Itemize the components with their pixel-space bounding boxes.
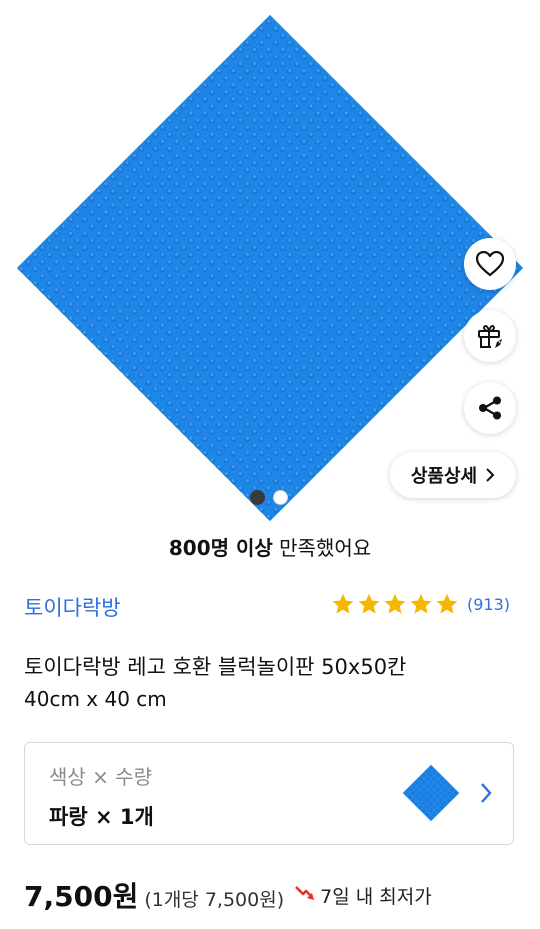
rating[interactable]: (913) bbox=[331, 592, 510, 616]
share-button[interactable] bbox=[464, 382, 516, 434]
trend-down-icon bbox=[295, 886, 315, 900]
option-thumbnail bbox=[402, 764, 460, 822]
star-icon bbox=[436, 593, 458, 614]
product-subtitle: 40cm x 40 cm bbox=[24, 687, 167, 711]
chevron-right-icon bbox=[486, 468, 495, 482]
share-icon bbox=[479, 396, 501, 420]
wishlist-button[interactable] bbox=[464, 238, 516, 290]
star-icon bbox=[410, 593, 432, 614]
product-image-area[interactable]: 상품상세 bbox=[0, 0, 540, 525]
carousel-indicator bbox=[250, 490, 288, 505]
satisfaction-text: 800명 이상 만족했어요 bbox=[0, 532, 540, 561]
satisfaction-count: 800명 이상 bbox=[168, 536, 273, 560]
unit-price: (1개당 7,500원) bbox=[144, 889, 285, 911]
heart-icon bbox=[476, 251, 504, 277]
lowest-price-label: 7일 내 최저가 bbox=[320, 885, 432, 908]
chevron-right-icon bbox=[481, 783, 492, 803]
product-image bbox=[16, 14, 524, 522]
review-count: (913) bbox=[466, 594, 510, 614]
product-title: 토이다락방 레고 호환 블럭놀이판 50x50칸 bbox=[24, 655, 407, 679]
gift-button[interactable] bbox=[464, 310, 516, 362]
option-value: 파랑 × 1개 bbox=[49, 805, 154, 829]
star-icon bbox=[332, 593, 354, 614]
option-selector[interactable]: 색상 × 수량 파랑 × 1개 bbox=[24, 742, 514, 845]
product-detail-button[interactable]: 상품상세 bbox=[390, 452, 516, 498]
product-detail-label: 상품상세 bbox=[410, 466, 478, 487]
price-row: 7,500원 (1개당 7,500원) 7일 내 최저가 bbox=[24, 875, 432, 915]
brand-link[interactable]: 토이다락방 bbox=[24, 592, 121, 622]
brand-rating-row: 토이다락방 (913) bbox=[24, 590, 510, 622]
carousel-dot-2[interactable] bbox=[273, 490, 288, 505]
price: 7,500원 bbox=[24, 880, 139, 913]
satisfaction-label: 만족했어요 bbox=[279, 536, 372, 560]
star-icon bbox=[358, 593, 380, 614]
star-icon bbox=[384, 593, 406, 614]
carousel-dot-1[interactable] bbox=[250, 490, 265, 505]
gift-icon bbox=[478, 325, 502, 348]
lowest-price-badge: 7일 내 최저가 bbox=[294, 882, 432, 909]
option-label: 색상 × 수량 bbox=[49, 765, 153, 789]
